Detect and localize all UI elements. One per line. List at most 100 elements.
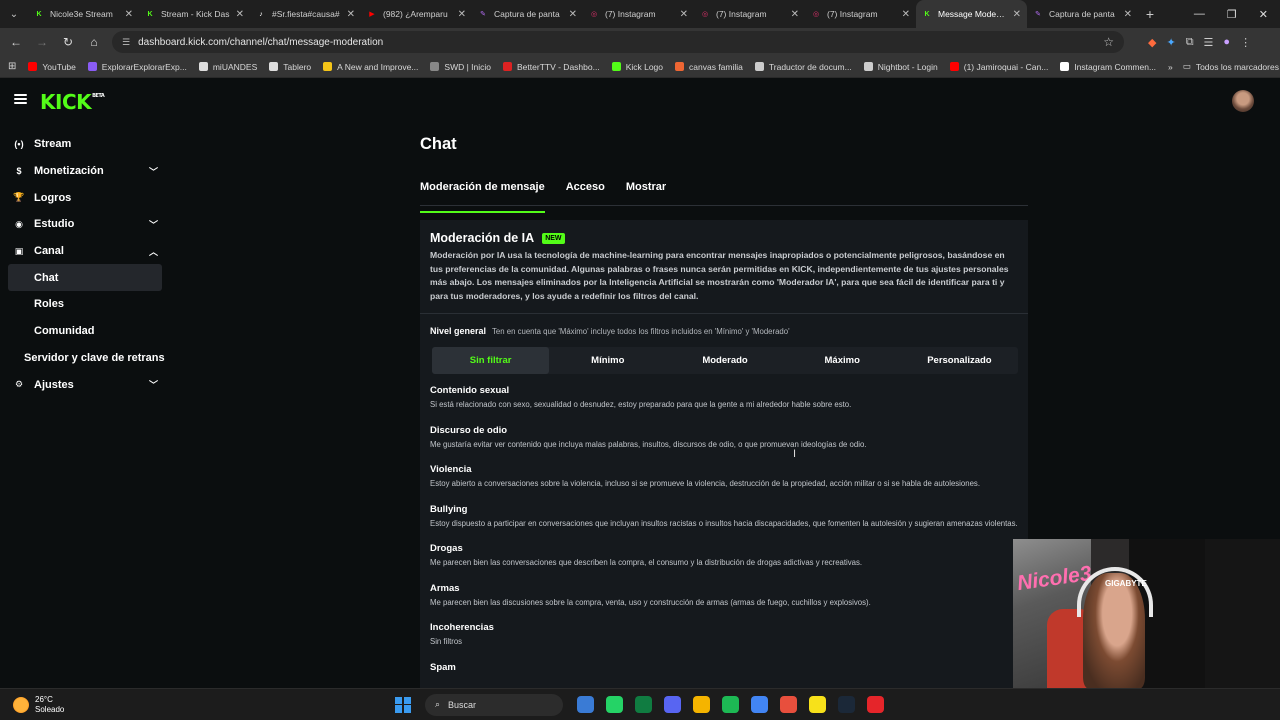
close-tab-icon[interactable]: ✕ [1013,9,1021,20]
tab-moderacion[interactable]: Moderación de mensaje [420,181,545,213]
moderation-category: Contenido sexual Si está relacionado con … [430,385,1018,411]
browser-tab[interactable]: K Nicole3e Stream ✕ [28,0,139,28]
browser-menu-icon[interactable]: ⋮ [1240,36,1251,49]
chevron-down-icon[interactable]: ﹀ [149,165,158,178]
weather-widget[interactable]: 26°C Soleado [0,695,380,715]
browser-tab[interactable]: ◎ (7) Instagram ✕ [805,0,916,28]
close-tab-icon[interactable]: ✕ [458,9,466,20]
new-badge: NEW [542,232,565,244]
taskbar-app-icon[interactable] [722,696,739,713]
close-tab-icon[interactable]: ✕ [1124,9,1132,20]
browser-tab[interactable]: ◎ (7) Instagram ✕ [583,0,694,28]
tab-search-icon[interactable]: ⌄ [0,0,28,28]
url-bar[interactable]: ☰ dashboard.kick.com/channel/chat/messag… [112,31,1124,53]
bookmark-item[interactable]: Nightbot - Login [863,62,938,72]
bookmark-item[interactable]: Instagram Commen... [1060,62,1156,72]
browser-tab[interactable]: ♪ #Sr.fiesta#causa# ✕ [250,0,361,28]
taskbar-app-icon[interactable] [809,696,826,713]
taskbar-app-icon[interactable] [751,696,768,713]
bookmark-item[interactable]: A New and Improve... [323,62,418,72]
sidebar-item-canal[interactable]: ▣ Canal ︿ [0,238,170,265]
bookmark-item[interactable]: miUANDES [198,62,257,72]
chevron-down-icon[interactable]: ﹀ [149,218,158,231]
bookmark-item[interactable]: YouTube [28,62,76,72]
bookmark-item[interactable]: Tablero [269,62,311,72]
close-tab-icon[interactable]: ✕ [236,9,244,20]
bookmark-item[interactable]: (1) Jamiroquai - Can... [949,62,1048,72]
browser-tab[interactable]: ▶ (982) ¿Aremparu ✕ [361,0,472,28]
reload-icon[interactable]: ↻ [60,35,76,49]
back-icon[interactable]: ← [8,35,24,49]
menu-icon[interactable] [14,94,27,104]
bookmark-item[interactable]: Kick Logo [611,62,663,72]
taskbar-search[interactable]: ⌕ Buscar [425,693,563,716]
taskbar-app-icon[interactable] [867,696,884,713]
close-tab-icon[interactable]: ✕ [680,9,688,20]
close-tab-icon[interactable]: ✕ [347,9,355,20]
tab-mostrar[interactable]: Mostrar [626,181,666,205]
close-window-icon[interactable]: ✕ [1259,8,1268,21]
bookmark-item[interactable]: canvas familia [675,62,743,72]
level-option-sin-filtrar[interactable]: Sin filtrar [432,347,550,374]
sidebar-item-estudio[interactable]: ◉ Estudio ﹀ [0,211,170,238]
bookmark-item[interactable]: Traductor de docum... [754,62,852,72]
minimize-icon[interactable]: — [1194,8,1205,21]
user-avatar[interactable] [1232,90,1254,112]
sidebar-item-comunidad[interactable]: Comunidad [0,318,170,345]
level-option-personalizado[interactable]: Personalizado [901,347,1018,374]
close-tab-icon[interactable]: ✕ [569,9,577,20]
taskbar-app-icon[interactable] [664,696,681,713]
sidebar-item-logros[interactable]: 🏆 Logros [0,184,170,211]
browser-tab[interactable]: K Stream - Kick Das ✕ [139,0,250,28]
close-tab-icon[interactable]: ✕ [791,9,799,20]
bookmark-item[interactable]: BetterTTV - Dashbo... [503,62,600,72]
tab-favicon-icon: ◎ [812,11,820,18]
more-bookmarks-icon[interactable]: » [1168,62,1173,72]
category-list: Contenido sexual Si está relacionado con … [420,374,1028,673]
apps-grid-icon[interactable]: ⊞ [8,61,16,72]
level-option-minimo[interactable]: Mínimo [549,347,666,374]
sidebar-item-stream[interactable]: (•) Stream [0,131,170,158]
taskbar-app-icon[interactable] [693,696,710,713]
kick-logo[interactable]: KICKBETA [40,90,105,114]
moderation-category: Armas Me parecen bien las discusiones sob… [430,583,1018,609]
moderation-category: Incoherencias Sin filtros [430,622,1018,648]
new-tab-button[interactable]: + [1138,6,1162,22]
bookmark-item[interactable]: ExplorarExplorarExp... [87,62,187,72]
puzzle-icon[interactable]: ⧉ [1186,36,1194,49]
sidebar-item-monetizacion[interactable]: $ Monetización ﹀ [0,158,170,185]
home-icon[interactable]: ⌂ [86,35,102,49]
taskbar-app-icon[interactable] [606,696,623,713]
browser-tab[interactable]: ✎ Captura de panta ✕ [472,0,583,28]
sidebar-item-ajustes[interactable]: ⚙ Ajustes ﹀ [0,371,170,398]
all-bookmarks-button[interactable]: ▭ Todos los marcadores [1183,61,1279,72]
bookmark-item[interactable]: SWD | Inicio [430,62,491,72]
chevron-down-icon[interactable]: ﹀ [149,378,158,391]
extension-icon[interactable]: ◆ [1148,36,1156,49]
sidebar-item-roles[interactable]: Roles [0,291,170,318]
close-tab-icon[interactable]: ✕ [125,9,133,20]
close-tab-icon[interactable]: ✕ [902,9,910,20]
tab-acceso[interactable]: Acceso [566,181,605,205]
forward-icon[interactable]: → [34,35,50,49]
extension-icon[interactable]: ✦ [1166,36,1175,49]
taskbar-app-icon[interactable] [838,696,855,713]
chevron-up-icon[interactable]: ︿ [149,245,158,258]
level-option-moderado[interactable]: Moderado [666,347,783,374]
profile-icon[interactable]: ● [1223,36,1230,49]
maximize-icon[interactable]: ❐ [1227,8,1237,21]
windows-start-icon[interactable] [395,696,411,713]
reading-list-icon[interactable]: ☰ [1204,36,1214,49]
sidebar-item-chat[interactable]: Chat [8,264,162,292]
level-option-maximo[interactable]: Máximo [784,347,901,374]
bookmark-star-icon[interactable]: ☆ [1103,35,1114,49]
taskbar-app-icon[interactable] [635,696,652,713]
browser-tab[interactable]: ◎ (7) Instagram ✕ [694,0,805,28]
browser-tab[interactable]: K Message Moderati ✕ [916,0,1027,28]
browser-tab[interactable]: ✎ Captura de panta ✕ [1027,0,1138,28]
site-info-icon[interactable]: ☰ [122,37,130,48]
taskbar-app-icon[interactable] [577,696,594,713]
category-title: Drogas [430,543,463,554]
sidebar-item-server-key[interactable]: Servidor y clave de retrans [0,345,170,372]
taskbar-app-icon[interactable] [780,696,797,713]
